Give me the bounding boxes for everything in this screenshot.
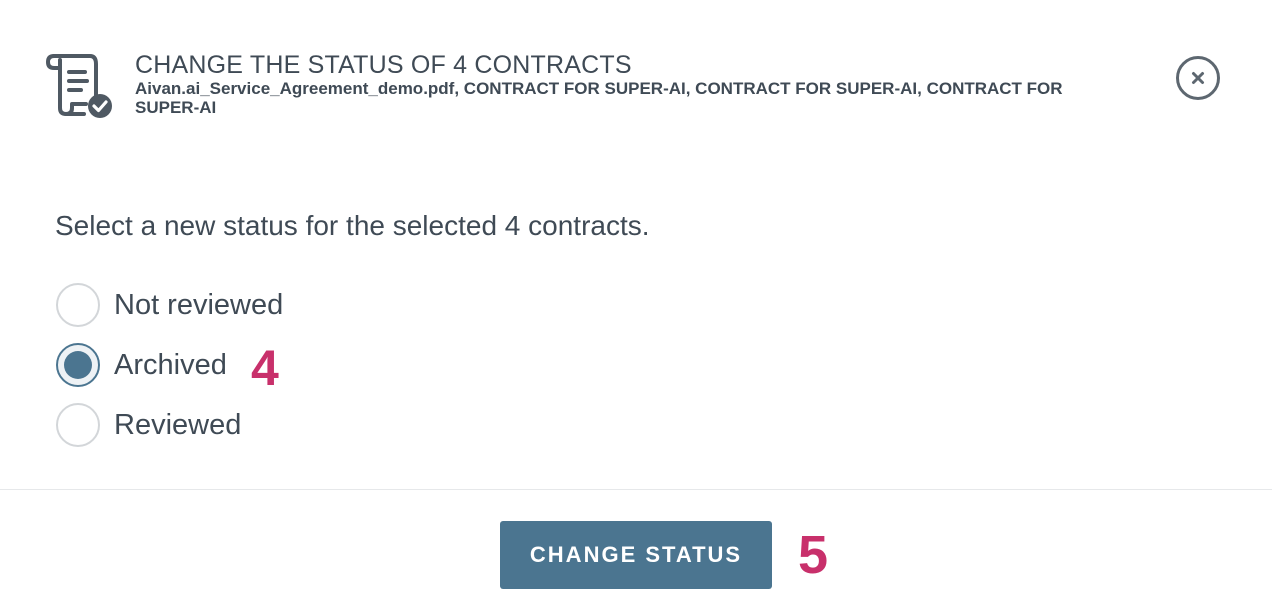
status-prompt: Select a new status for the selected 4 c…	[55, 210, 650, 241]
dialog-title: CHANGE THE STATUS OF 4 CONTRACTS	[135, 51, 632, 79]
step-marker-4: 4	[251, 340, 279, 396]
step-marker-5: 5	[798, 525, 829, 585]
close-icon	[1192, 72, 1204, 84]
change-status-dialog: CHANGE THE STATUS OF 4 CONTRACTS Aivan.a…	[0, 0, 1272, 612]
close-button[interactable]	[1176, 56, 1220, 100]
status-option-label: Archived	[114, 348, 227, 381]
status-option-not-reviewed[interactable]: Not reviewed	[56, 283, 283, 327]
status-option-archived[interactable]: Archived	[56, 343, 227, 387]
change-status-button[interactable]: CHANGE STATUS	[500, 521, 772, 589]
radio-archived[interactable]	[56, 343, 100, 387]
status-option-reviewed[interactable]: Reviewed	[56, 403, 241, 447]
radio-not-reviewed[interactable]	[56, 283, 100, 327]
selected-contracts-list: Aivan.ai_Service_Agreement_demo.pdf, CON…	[135, 79, 1063, 117]
status-option-label: Reviewed	[114, 408, 242, 441]
dialog-header: CHANGE THE STATUS OF 4 CONTRACTS Aivan.a…	[135, 51, 1115, 118]
footer-divider	[0, 489, 1272, 490]
radio-reviewed[interactable]	[56, 403, 100, 447]
status-option-label: Not reviewed	[114, 288, 284, 321]
contract-scroll-check-icon	[44, 50, 116, 120]
